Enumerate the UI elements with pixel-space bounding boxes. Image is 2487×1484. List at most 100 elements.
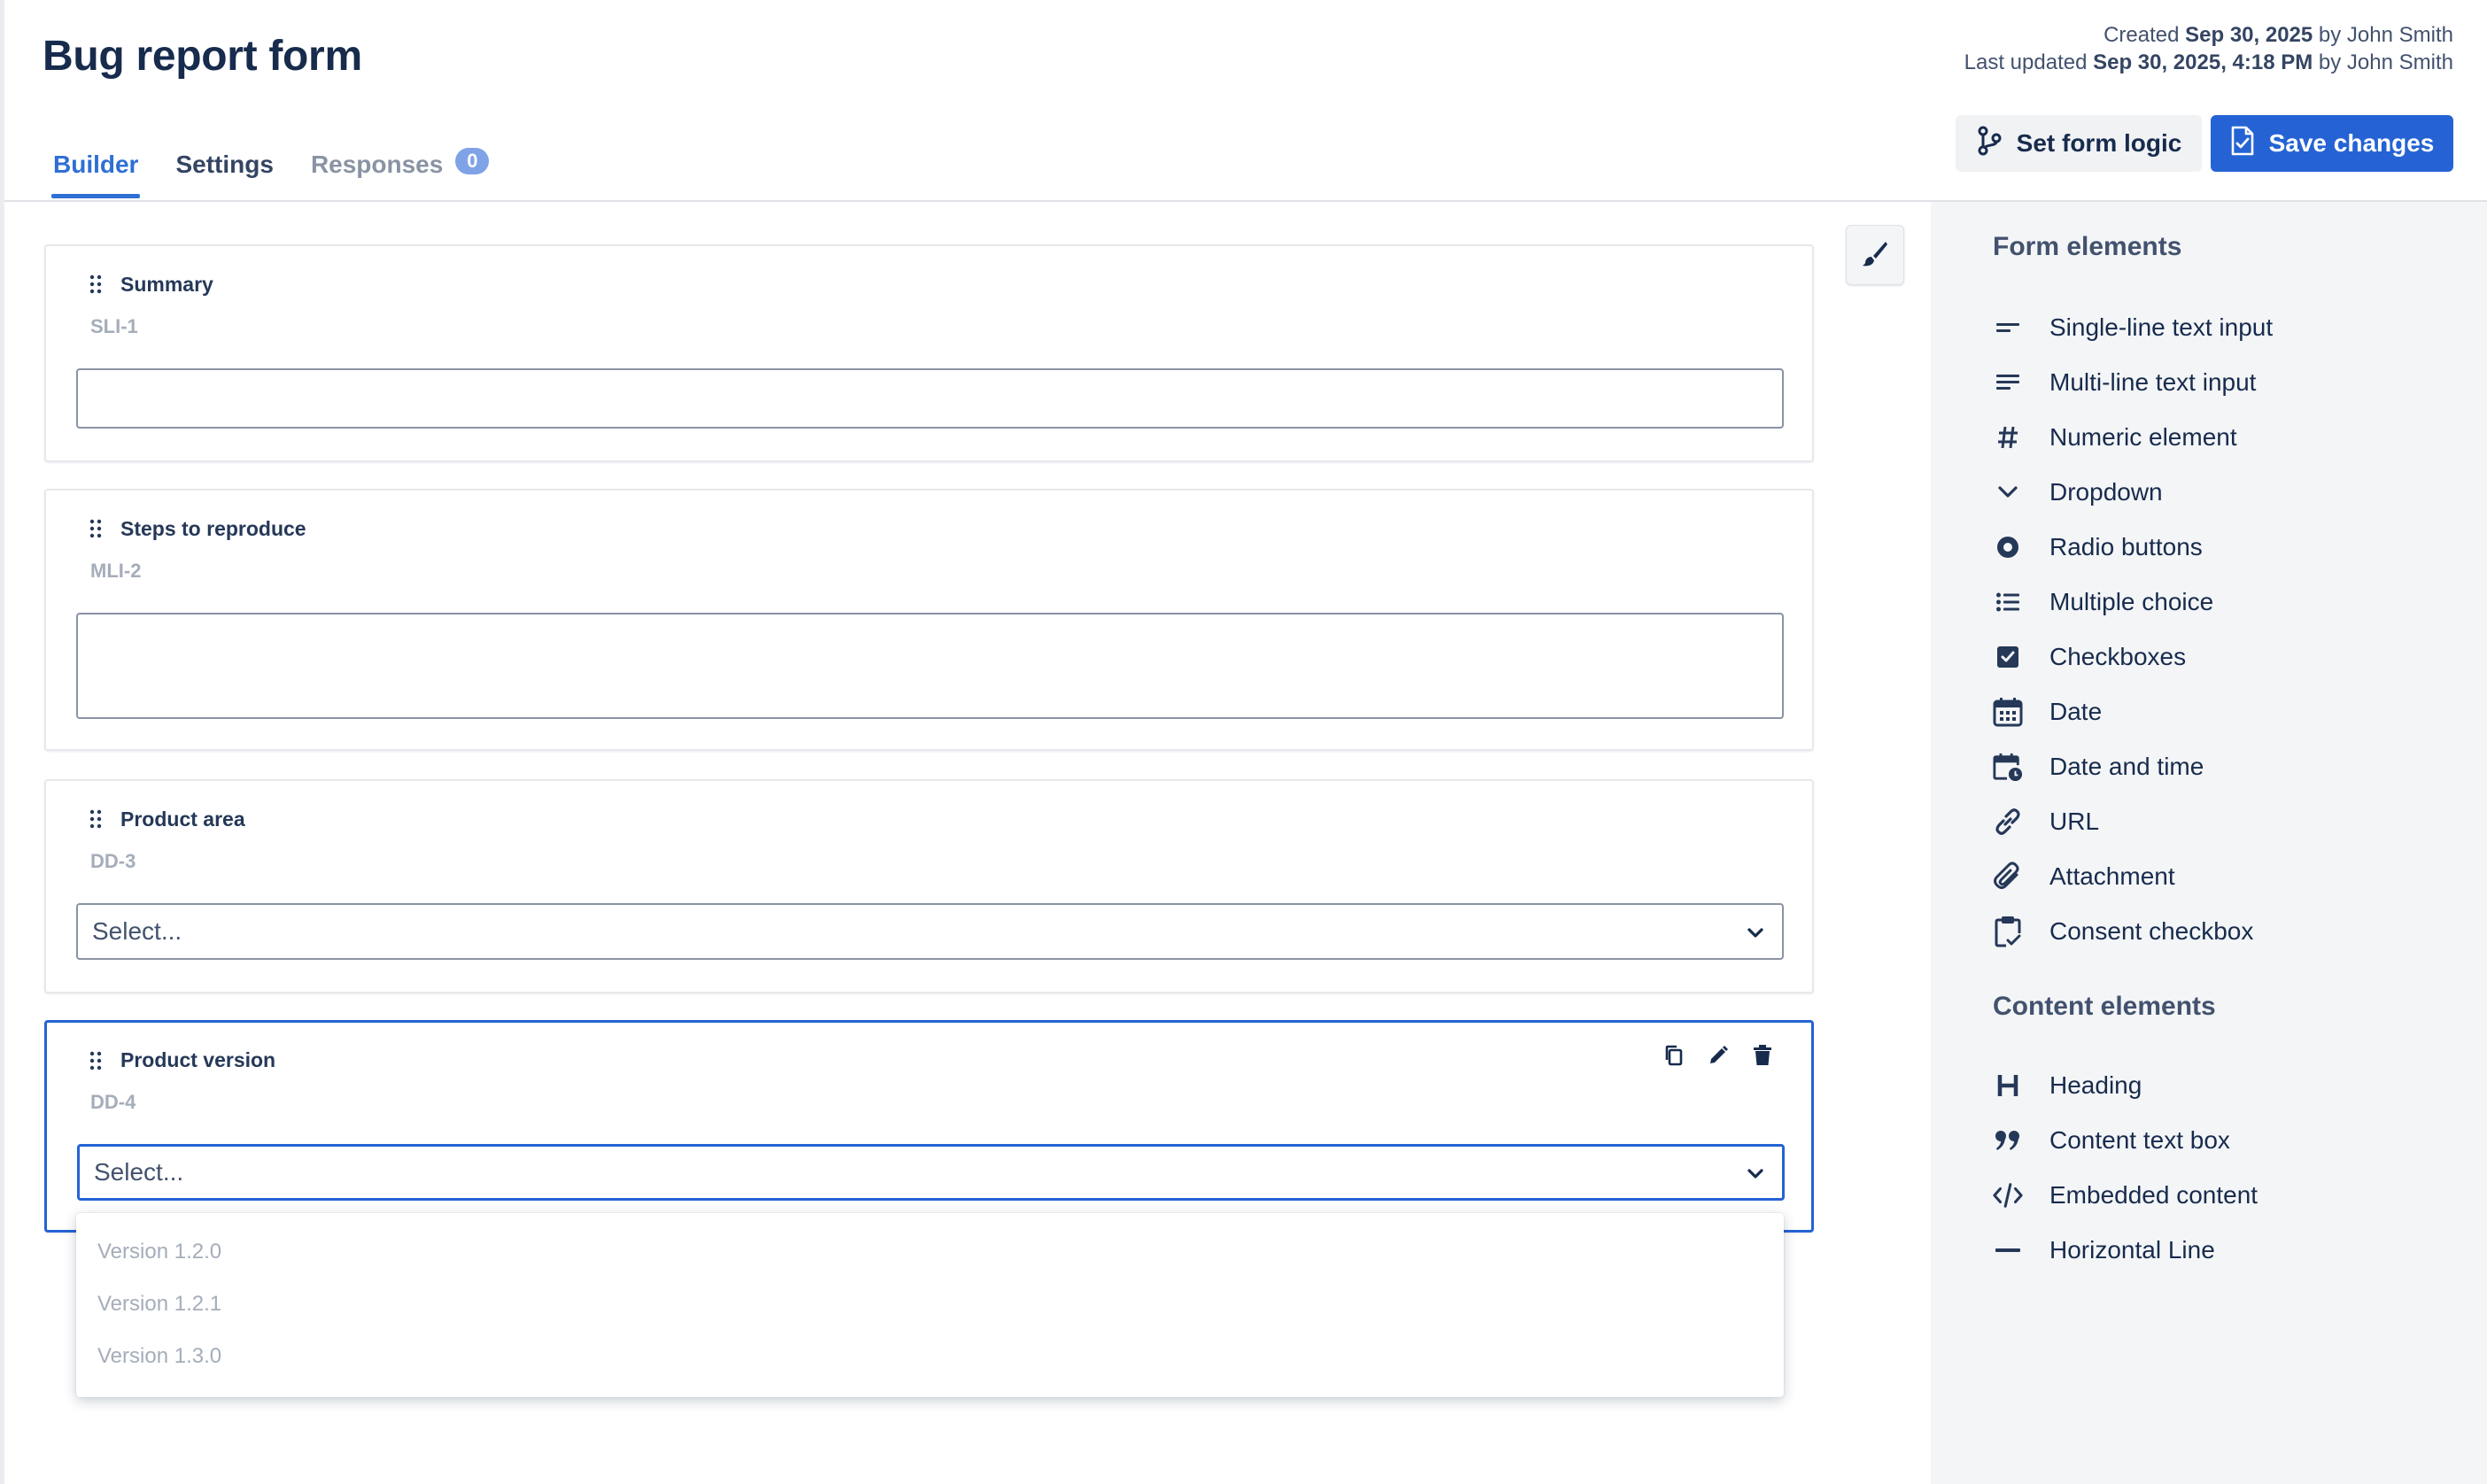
drag-handle-icon[interactable] bbox=[89, 1051, 103, 1070]
calendar-icon bbox=[1993, 694, 2023, 730]
form-elements-heading: Form elements bbox=[1993, 232, 2182, 261]
sidebar-item-date-time[interactable]: Date and time bbox=[1993, 749, 2204, 785]
card-actions bbox=[1662, 1044, 1774, 1067]
paintbrush-icon bbox=[1860, 238, 1890, 273]
code-icon bbox=[1993, 1178, 2023, 1213]
chevron-down-icon bbox=[1747, 917, 1764, 946]
sidebar-item-label: Date bbox=[2049, 698, 2103, 725]
form-field-card-product-area[interactable]: Product area DD-3 Select... bbox=[44, 779, 1814, 993]
content-elements-heading: Content elements bbox=[1993, 992, 2216, 1021]
sidebar-item-content-text-box[interactable]: Content text box bbox=[1993, 1123, 2230, 1158]
form-field-card-steps[interactable]: Steps to reproduce MLI-2 bbox=[44, 489, 1814, 751]
sidebar-item-horizontal-line[interactable]: Horizontal Line bbox=[1993, 1233, 2215, 1268]
drag-handle-icon[interactable] bbox=[89, 809, 103, 829]
list-icon bbox=[1993, 584, 2023, 620]
tab-builder[interactable]: Builder bbox=[51, 151, 141, 198]
tab-settings-label: Settings bbox=[175, 151, 274, 178]
save-changes-button[interactable]: Save changes bbox=[2211, 115, 2453, 172]
updated-suffix: by John Smith bbox=[2313, 50, 2453, 74]
save-changes-label: Save changes bbox=[2268, 129, 2435, 157]
product-area-select[interactable]: Select... bbox=[76, 903, 1784, 960]
dropdown-option[interactable]: Version 1.2.1 bbox=[97, 1292, 221, 1317]
select-placeholder: Select... bbox=[92, 917, 182, 945]
form-field-card-summary[interactable]: Summary SLI-1 bbox=[44, 244, 1814, 462]
sidebar-item-attachment[interactable]: Attachment bbox=[1993, 859, 2175, 894]
created-date: Sep 30, 2025 bbox=[2185, 23, 2313, 47]
sidebar-item-single-line[interactable]: Single-line text input bbox=[1993, 310, 2273, 345]
sidebar-item-embedded-content[interactable]: Embedded content bbox=[1993, 1178, 2258, 1213]
field-id: DD-4 bbox=[90, 1091, 136, 1113]
sidebar-item-dropdown[interactable]: Dropdown bbox=[1993, 475, 2163, 510]
sidebar-item-label: Numeric element bbox=[2049, 423, 2237, 451]
calendar-clock-icon bbox=[1993, 749, 2023, 785]
horizontal-line-icon bbox=[1993, 1233, 2023, 1268]
tab-responses-label: Responses bbox=[310, 151, 444, 178]
field-label: Product version bbox=[120, 1048, 276, 1071]
set-form-logic-label: Set form logic bbox=[2016, 129, 2182, 157]
sidebar-item-url[interactable]: URL bbox=[1993, 804, 2099, 839]
tab-settings[interactable]: Settings bbox=[174, 151, 275, 195]
sidebar-item-checkboxes[interactable]: Checkboxes bbox=[1993, 639, 2186, 675]
summary-input[interactable] bbox=[76, 368, 1784, 429]
drag-handle-icon[interactable] bbox=[89, 519, 103, 538]
created-line: Created Sep 30, 2025 by John Smith bbox=[1964, 21, 2453, 49]
sidebar-item-multi-line[interactable]: Multi-line text input bbox=[1993, 365, 2256, 400]
tab-builder-label: Builder bbox=[53, 151, 139, 178]
paperclip-icon bbox=[1993, 859, 2023, 894]
checkbox-icon bbox=[1993, 639, 2023, 675]
form-field-card-product-version[interactable]: Product version DD-4 Select... bbox=[44, 1020, 1814, 1233]
sidebar-item-heading[interactable]: Heading bbox=[1993, 1068, 2142, 1103]
select-placeholder: Select... bbox=[94, 1158, 184, 1186]
responses-count-badge: 0 bbox=[455, 148, 490, 174]
created-suffix: by John Smith bbox=[2313, 23, 2453, 47]
sidebar-item-label: Date and time bbox=[2049, 753, 2204, 780]
sidebar-item-label: Multiple choice bbox=[2049, 588, 2214, 615]
product-version-select[interactable]: Select... bbox=[77, 1144, 1785, 1201]
heading-icon bbox=[1993, 1068, 2023, 1103]
left-edge bbox=[0, 0, 4, 1484]
trash-icon[interactable] bbox=[1751, 1044, 1774, 1067]
save-document-icon bbox=[2230, 126, 2255, 162]
multi-line-icon bbox=[1993, 365, 2023, 400]
style-brush-button[interactable] bbox=[1846, 225, 1904, 285]
set-form-logic-button[interactable]: Set form logic bbox=[1956, 115, 2202, 172]
steps-textarea[interactable] bbox=[76, 613, 1784, 719]
clipboard-check-icon bbox=[1993, 914, 2023, 949]
elements-sidebar: Form elements Single-line text input Mul… bbox=[1931, 202, 2487, 1484]
chevron-down-icon bbox=[1993, 475, 2023, 510]
drag-handle-icon[interactable] bbox=[89, 274, 103, 294]
sidebar-item-label: Checkboxes bbox=[2049, 643, 2187, 670]
field-id: SLI-1 bbox=[90, 315, 138, 337]
tab-responses[interactable]: Responses 0 bbox=[309, 148, 491, 195]
copy-icon[interactable] bbox=[1662, 1044, 1685, 1067]
sidebar-item-numeric[interactable]: Numeric element bbox=[1993, 420, 2237, 455]
sidebar-item-date[interactable]: Date bbox=[1993, 694, 2102, 730]
dropdown-option[interactable]: Version 1.2.0 bbox=[97, 1240, 221, 1264]
page-title: Bug report form bbox=[43, 33, 362, 80]
field-label: Summary bbox=[120, 273, 213, 296]
sidebar-item-label: Dropdown bbox=[2049, 478, 2163, 506]
sidebar-item-label: Multi-line text input bbox=[2049, 368, 2257, 396]
link-icon bbox=[1993, 804, 2023, 839]
branch-icon bbox=[1976, 126, 2003, 162]
sidebar-item-multiple-choice[interactable]: Multiple choice bbox=[1993, 584, 2213, 620]
sidebar-item-label: Attachment bbox=[2049, 862, 2175, 890]
chevron-down-icon bbox=[1747, 1158, 1764, 1186]
sidebar-item-consent[interactable]: Consent checkbox bbox=[1993, 914, 2253, 949]
sidebar-item-label: Radio buttons bbox=[2049, 533, 2203, 560]
quote-icon bbox=[1993, 1123, 2023, 1158]
field-id: DD-3 bbox=[90, 850, 136, 872]
sidebar-item-label: URL bbox=[2049, 808, 2100, 835]
sidebar-item-radio[interactable]: Radio buttons bbox=[1993, 529, 2203, 565]
dropdown-option[interactable]: Version 1.3.0 bbox=[97, 1344, 221, 1369]
field-label: Steps to reproduce bbox=[120, 517, 306, 540]
edit-icon[interactable] bbox=[1707, 1044, 1730, 1067]
sidebar-item-label: Horizontal Line bbox=[2049, 1236, 2215, 1264]
updated-date: Sep 30, 2025, 4:18 PM bbox=[2093, 50, 2313, 74]
sidebar-item-label: Heading bbox=[2049, 1071, 2142, 1099]
radio-icon bbox=[1993, 529, 2023, 565]
sidebar-item-label: Embedded content bbox=[2049, 1181, 2258, 1209]
form-meta: Created Sep 30, 2025 by John Smith Last … bbox=[1964, 21, 2453, 76]
tab-bar: Builder Settings Responses 0 bbox=[51, 148, 524, 198]
sidebar-item-label: Content text box bbox=[2049, 1126, 2230, 1154]
